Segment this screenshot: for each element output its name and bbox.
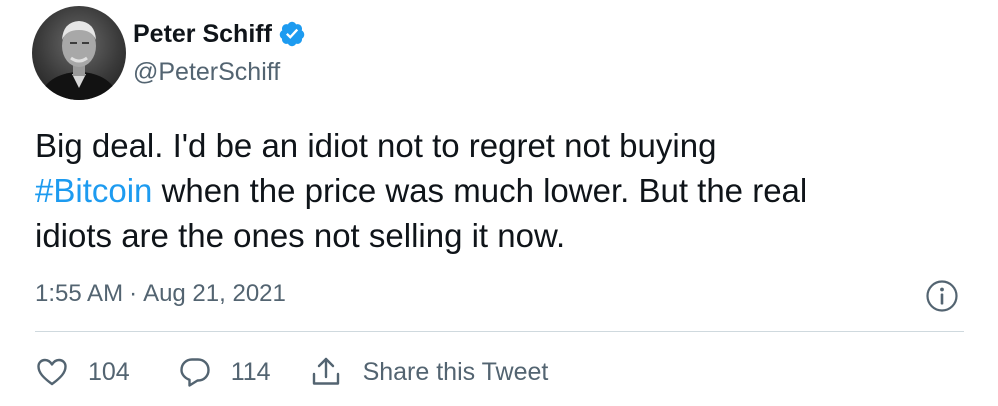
author-name-row: Peter Schiff: [133, 17, 306, 51]
divider: [35, 331, 964, 332]
share-button[interactable]: Share this Tweet: [309, 355, 549, 389]
tweet-date: Aug 21, 2021: [143, 280, 286, 307]
tweet-timestamp[interactable]: 1:55 AM · Aug 21, 2021: [35, 280, 286, 308]
tweet-text-line: Big deal. I'd be an idiot not to regret …: [35, 123, 965, 168]
reply-button[interactable]: 114: [178, 355, 271, 389]
heart-icon: [37, 358, 67, 386]
timestamp-separator: ·: [129, 280, 138, 307]
tweet-text: Big deal. I'd be an idiot not to regret …: [35, 123, 965, 258]
tweet-text-segment: when the price was much lower. But the r…: [152, 172, 808, 209]
tweet-time: 1:55 AM: [35, 280, 124, 307]
tweet-actions: 104 114 Share this Tweet: [35, 352, 548, 392]
hashtag-link[interactable]: #Bitcoin: [35, 172, 152, 209]
author-display-name[interactable]: Peter Schiff: [133, 20, 272, 49]
tweet-text-segment: Big deal. I'd be an idiot not to regret …: [35, 127, 717, 164]
avatar-photo: [41, 21, 117, 100]
tweet-card: Peter Schiff @PeterSchiff Big deal. I'd …: [0, 0, 998, 406]
author-handle[interactable]: @PeterSchiff: [133, 58, 280, 87]
like-button[interactable]: 104: [35, 355, 130, 389]
share-label: Share this Tweet: [362, 357, 549, 386]
reply-count: 114: [230, 357, 271, 386]
share-icon: [312, 357, 339, 385]
verified-badge-icon: [279, 21, 305, 47]
like-count: 104: [88, 357, 130, 386]
tweet-text-line: #Bitcoin when the price was much lower. …: [35, 168, 965, 213]
tweet-text-segment: idiots are the ones not selling it now.: [35, 217, 566, 254]
info-icon[interactable]: [925, 279, 959, 313]
avatar[interactable]: [32, 6, 126, 100]
tweet-text-line: idiots are the ones not selling it now.: [35, 213, 965, 258]
speech-bubble-icon: [180, 358, 210, 387]
